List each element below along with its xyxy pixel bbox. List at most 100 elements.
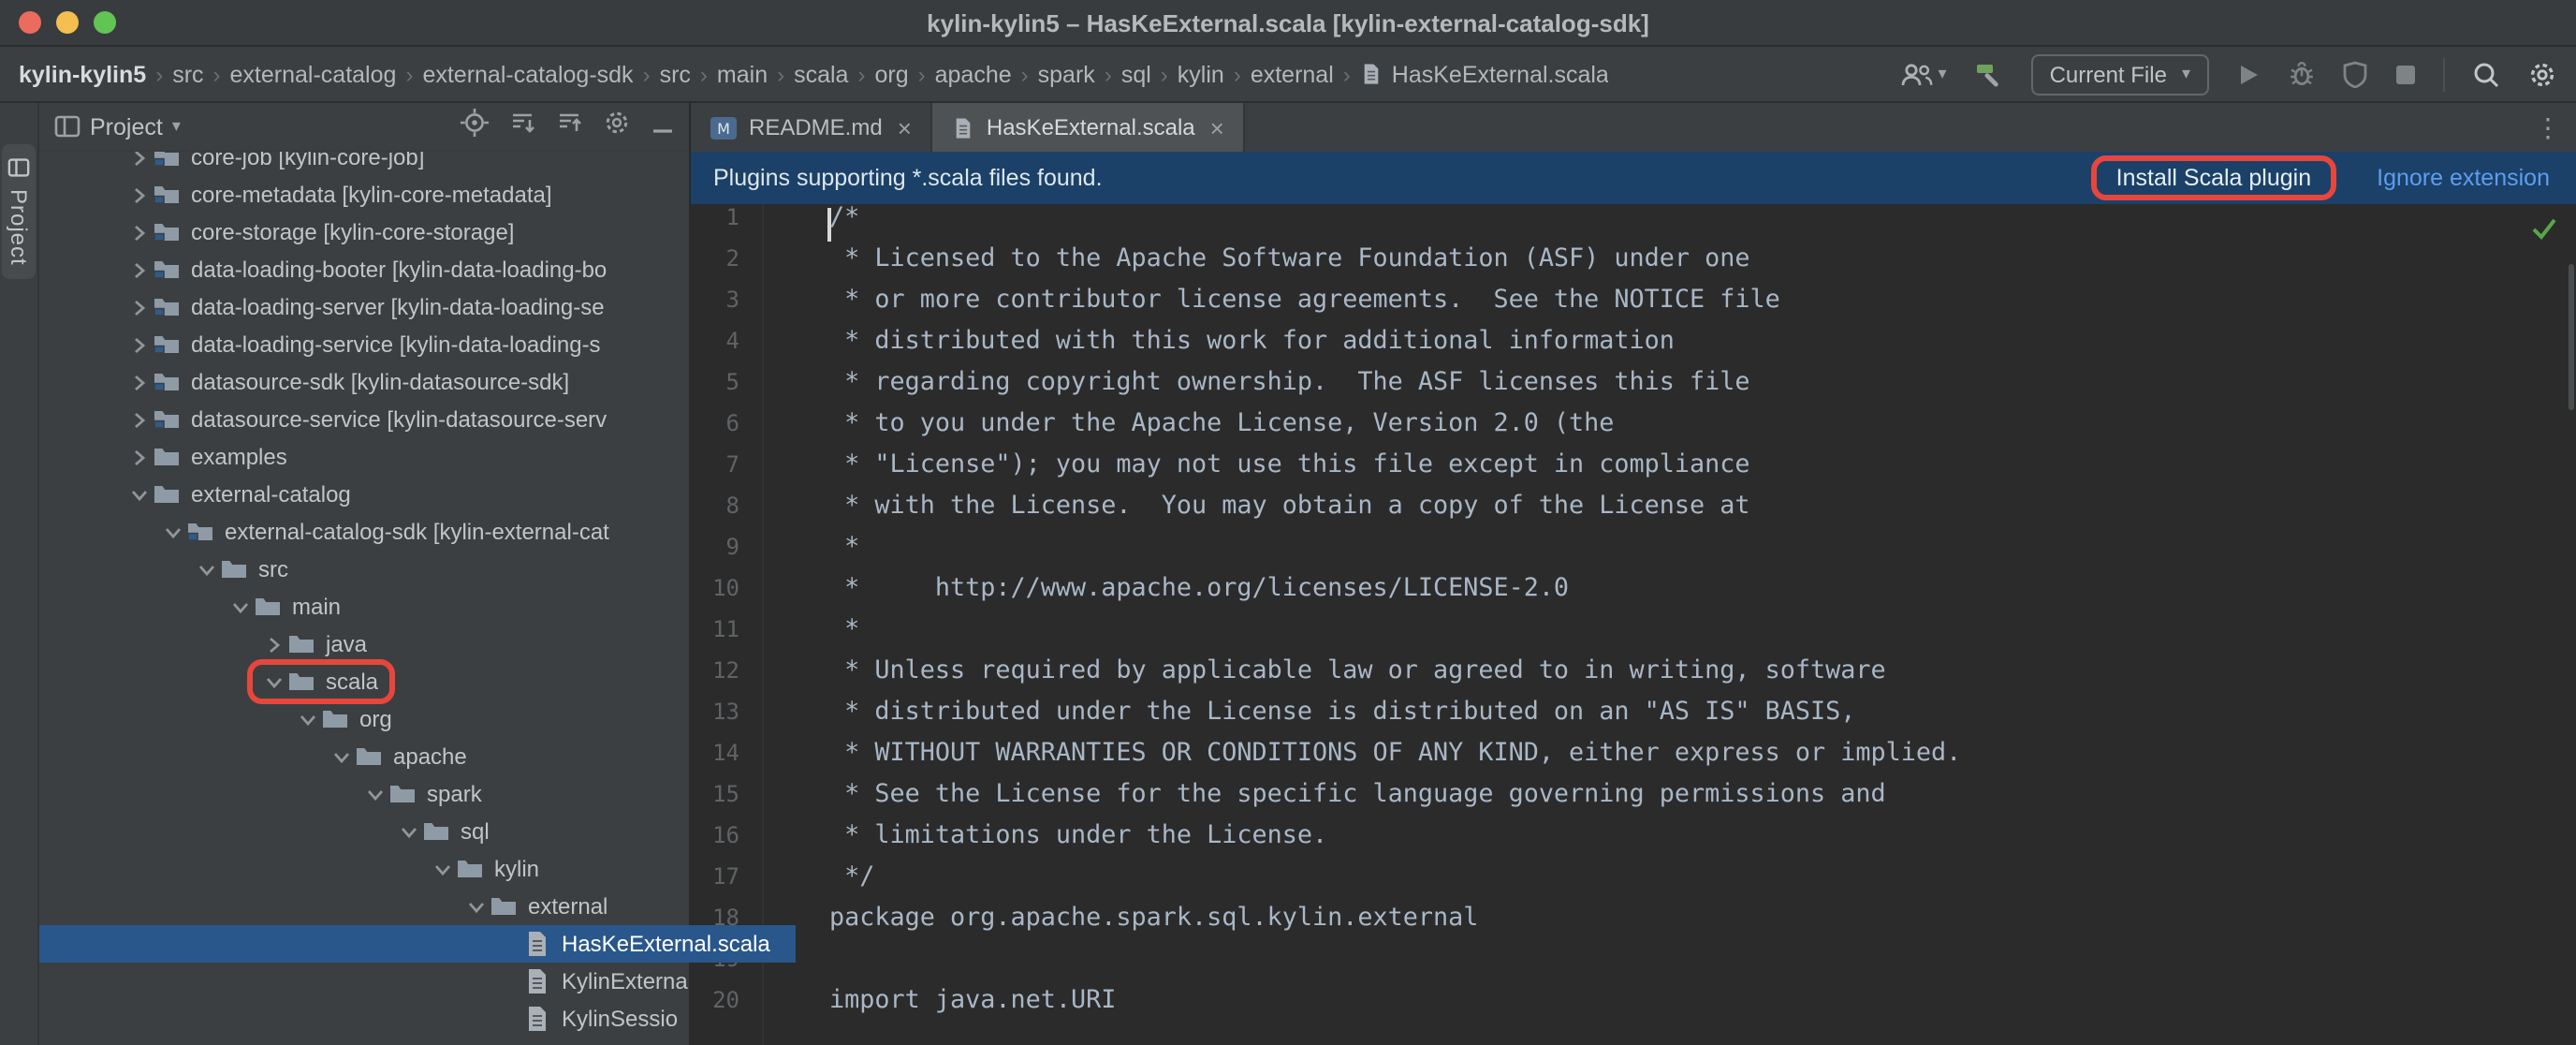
tree-item-external[interactable]: external <box>39 888 689 925</box>
tree-item-apache[interactable]: apache <box>39 738 689 775</box>
chevron-right-icon[interactable] <box>125 152 152 166</box>
code-editor[interactable]: 1234567891011121314151617181920 /* * Lic… <box>691 204 2576 1045</box>
settings-button[interactable] <box>2527 59 2557 89</box>
debug-button[interactable] <box>2288 60 2316 88</box>
breadcrumb-item[interactable]: src <box>172 61 203 87</box>
breadcrumb-separator: › <box>405 61 413 87</box>
tree-item-data-loading-server[interactable]: data-loading-server [kylin-data-loading-… <box>39 288 689 326</box>
tree-item-label: data-loading-booter [kylin-data-loading-… <box>191 257 607 283</box>
inspections-ok-icon[interactable] <box>2531 215 2557 249</box>
run-with-coverage-button[interactable] <box>2342 60 2368 88</box>
tree-item-kylinsessio[interactable]: KylinSessio <box>39 1000 689 1038</box>
tree-item-core-metadata[interactable]: core-metadata [kylin-core-metadata] <box>39 176 689 213</box>
hide-panel-button[interactable] <box>651 110 674 143</box>
stop-button[interactable] <box>2394 63 2417 85</box>
breadcrumb-item[interactable]: scala <box>794 61 848 87</box>
tab-haskeexternal-scala[interactable]: HasKeExternal.scala× <box>932 103 1245 152</box>
chevron-right-icon[interactable] <box>125 374 152 390</box>
breadcrumb-item[interactable]: external-catalog <box>230 61 397 87</box>
project-stripe-button[interactable]: Project <box>2 144 36 279</box>
tree-item-datasource-service[interactable]: datasource-service [kylin-datasource-ser… <box>39 401 689 438</box>
tree-item-core-job[interactable]: core-job [kylin-core-job] <box>39 152 689 176</box>
build-project-button[interactable] <box>1973 59 2005 89</box>
tree-item-scala[interactable]: scala <box>39 663 689 700</box>
collapse-all-button[interactable] <box>556 109 582 144</box>
tree-item-spark[interactable]: spark <box>39 775 689 813</box>
run-config-select[interactable]: Current File ▾ <box>2031 53 2209 95</box>
breadcrumb-item[interactable]: src <box>660 61 691 87</box>
chevron-right-icon[interactable] <box>125 449 152 465</box>
tree-item-examples[interactable]: examples <box>39 438 689 476</box>
chevron-right-icon[interactable] <box>125 261 152 278</box>
chevron-down-icon[interactable] <box>159 523 185 540</box>
install-scala-plugin-button[interactable]: Install Scala plugin <box>2116 165 2311 191</box>
chevron-down-icon[interactable] <box>429 861 455 877</box>
chevron-right-icon[interactable] <box>125 299 152 316</box>
locate-file-button[interactable] <box>461 108 489 145</box>
chevron-down-icon[interactable] <box>395 823 421 840</box>
chevron-down-icon[interactable] <box>361 786 388 802</box>
breadcrumb-item[interactable]: external <box>1251 61 1334 87</box>
tree-item-core-storage[interactable]: core-storage [kylin-core-storage] <box>39 213 689 251</box>
zoom-button[interactable] <box>94 11 116 34</box>
close-button[interactable] <box>19 11 41 34</box>
tree-item-kylin[interactable]: kylin <box>39 850 689 888</box>
breadcrumb-item[interactable]: sql <box>1121 61 1151 87</box>
breadcrumb-item[interactable]: apache <box>935 61 1012 87</box>
chevron-down-icon[interactable] <box>125 486 152 503</box>
breadcrumb-item[interactable]: HasKeExternal.scala <box>1360 61 1609 87</box>
minimize-button[interactable] <box>56 11 79 34</box>
tree-item-src[interactable]: src <box>39 551 689 588</box>
user-menu-button[interactable]: ▾ <box>1901 61 1947 87</box>
tree-item-main[interactable]: main <box>39 588 689 626</box>
tree-item-datasource-sdk[interactable]: datasource-sdk [kylin-datasource-sdk] <box>39 363 689 401</box>
chevron-down-icon[interactable] <box>227 598 253 615</box>
chevron-down-icon[interactable] <box>193 561 219 578</box>
breadcrumb-item[interactable]: org <box>874 61 908 87</box>
banner-message: Plugins supporting *.scala files found. <box>713 165 1103 191</box>
run-button[interactable] <box>2235 61 2261 87</box>
chevron-down-icon[interactable] <box>462 898 489 915</box>
chevron-down-icon[interactable] <box>328 748 354 765</box>
tree-item-sql[interactable]: sql <box>39 813 689 850</box>
tree-item-label: java <box>326 631 367 657</box>
tree-selected-row[interactable]: HasKeExternal.scala <box>39 925 796 963</box>
tree-item-external-catalog-sdk[interactable]: external-catalog-sdk [kylin-external-cat <box>39 513 689 551</box>
editor-scrollbar[interactable] <box>2569 264 2574 410</box>
tree-item-data-loading-service[interactable]: data-loading-service [kylin-data-loading… <box>39 326 689 363</box>
breadcrumb-item[interactable]: main <box>717 61 768 87</box>
chevron-down-icon[interactable] <box>260 673 286 690</box>
expand-all-button[interactable] <box>509 109 535 144</box>
chevron-right-icon[interactable] <box>125 186 152 203</box>
panel-settings-button[interactable] <box>603 108 631 145</box>
ide-window: kylin-kylin5 – HasKeExternal.scala [kyli… <box>0 0 2576 1045</box>
breadcrumb-item[interactable]: external-catalog-sdk <box>422 61 633 87</box>
tree-item-data-loading-booter[interactable]: data-loading-booter [kylin-data-loading-… <box>39 251 689 288</box>
file-icon <box>522 929 552 959</box>
tab-readme-md[interactable]: MREADME.md× <box>691 103 932 152</box>
line-number: 10 <box>691 575 739 616</box>
code-line: * Licensed to the Apache Software Founda… <box>829 245 2576 287</box>
tree-item-external-catalog[interactable]: external-catalog <box>39 476 689 513</box>
ignore-extension-button[interactable]: Ignore extension <box>2377 165 2550 191</box>
tree-item-org[interactable]: org <box>39 700 689 738</box>
chevron-down-icon[interactable] <box>294 711 320 728</box>
tab-options-icon[interactable]: ⋮ <box>2520 111 2576 143</box>
close-icon[interactable]: × <box>898 113 912 141</box>
chevron-down-icon[interactable]: ▾ <box>172 116 181 137</box>
breadcrumb-item[interactable]: spark <box>1038 61 1095 87</box>
chevron-right-icon[interactable] <box>125 224 152 241</box>
search-everywhere-button[interactable] <box>2471 59 2501 89</box>
chevron-right-icon[interactable] <box>260 636 286 653</box>
line-number: 6 <box>691 410 739 451</box>
project-panel-title[interactable]: Project <box>90 113 163 140</box>
plugin-suggestion-banner: Plugins supporting *.scala files found. … <box>691 152 2576 204</box>
breadcrumb-item[interactable]: kylin <box>1178 61 1224 87</box>
breadcrumb-item[interactable]: kylin-kylin5 <box>19 61 146 87</box>
close-icon[interactable]: × <box>1210 113 1224 141</box>
chevron-right-icon[interactable] <box>125 411 152 428</box>
chevron-right-icon[interactable] <box>125 336 152 353</box>
breadcrumb-separator: › <box>777 61 784 87</box>
tree-item-java[interactable]: java <box>39 626 689 663</box>
tree-item-kylinexterna[interactable]: KylinExterna <box>39 963 689 1000</box>
